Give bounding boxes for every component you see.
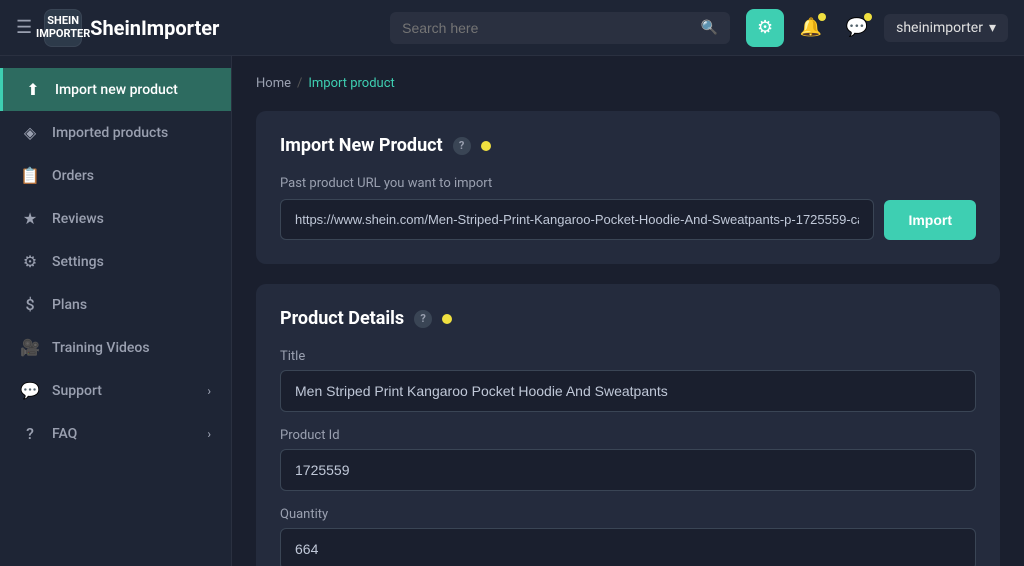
sidebar-item-training-videos[interactable]: 🎥 Training Videos [0,326,231,369]
sidebar-item-label: Imported products [52,125,168,141]
sidebar-item-label: Orders [52,168,94,184]
quantity-input[interactable] [280,528,976,566]
sidebar-item-imported-products[interactable]: ◈ Imported products [0,111,231,154]
upload-icon: ⬆ [23,80,43,99]
sidebar-item-reviews[interactable]: ★ Reviews [0,197,231,240]
breadcrumb-home[interactable]: Home [256,76,291,91]
import-button[interactable]: Import [884,200,976,240]
faq-icon: ? [20,424,40,443]
orders-icon: 📋 [20,166,40,185]
sidebar-item-faq[interactable]: ? FAQ › [0,412,231,455]
url-input-label: Past product URL you want to import [280,176,976,191]
import-help-icon[interactable]: ? [453,137,471,155]
main-content: Home / Import product Import New Product… [232,56,1024,566]
sidebar-item-label: Plans [52,297,87,313]
username: sheinimporter [896,20,983,36]
sidebar-item-label: Settings [52,254,104,270]
chevron-right-icon: › [207,384,211,398]
breadcrumb-current: Import product [308,76,394,91]
quantity-field-group: Quantity [280,507,976,566]
search-icon: 🔍 [701,20,718,36]
sidebar-item-label: Training Videos [52,340,150,356]
sidebar-item-label: Support [52,383,102,399]
logo-box: SHEIN IMPORTER [44,9,82,47]
sidebar-item-plans[interactable]: $ Plans [0,283,231,326]
sidebar: ⬆ Import new product ◈ Imported products… [0,56,232,566]
sidebar-item-settings[interactable]: ⚙ Settings [0,240,231,283]
video-icon: 🎥 [20,338,40,357]
star-icon: ★ [20,209,40,228]
import-card-title: Import New Product ? [280,135,976,156]
sidebar-item-orders[interactable]: 📋 Orders [0,154,231,197]
quantity-label: Quantity [280,507,976,522]
title-field-group: Title [280,349,976,412]
sidebar-item-support[interactable]: 💬 Support › [0,369,231,412]
title-input[interactable] [280,370,976,412]
sidebar-item-label: FAQ [52,426,77,442]
app-header: ☰ SHEIN IMPORTER SheinImporter 🔍 ⚙ 🔔 💬 s… [0,0,1024,56]
box-icon: ◈ [20,123,40,142]
search-bar[interactable]: 🔍 [390,12,730,44]
header-icons: ⚙ 🔔 💬 sheinimporter ▾ [746,9,1008,47]
product-details-help-icon[interactable]: ? [414,310,432,328]
product-id-label: Product Id [280,428,976,443]
chat-icon-btn[interactable]: 💬 [838,9,876,47]
support-icon: 💬 [20,381,40,400]
url-row: Import [280,199,976,240]
logo-area: ☰ SHEIN IMPORTER SheinImporter [16,9,219,47]
user-menu[interactable]: sheinimporter ▾ [884,14,1008,42]
product-details-title: Product Details ? [280,308,976,329]
product-details-status-dot [442,314,452,324]
product-id-field-group: Product Id [280,428,976,491]
chevron-right-icon: › [207,427,211,441]
settings-icon: ⚙ [20,252,40,271]
settings-icon-btn[interactable]: ⚙ [746,9,784,47]
app-layout: ⬆ Import new product ◈ Imported products… [0,56,1024,566]
app-title: SheinImporter [90,16,219,40]
title-label: Title [280,349,976,364]
sidebar-item-import-new-product[interactable]: ⬆ Import new product [0,68,231,111]
search-input[interactable] [402,12,701,44]
sidebar-item-label: Reviews [52,211,104,227]
breadcrumb: Home / Import product [256,76,1000,91]
menu-icon[interactable]: ☰ [16,17,32,38]
product-details-card: Product Details ? Title Product Id Quant… [256,284,1000,566]
import-status-dot [481,141,491,151]
breadcrumb-separator: / [297,76,302,91]
chevron-down-icon: ▾ [989,20,996,36]
sidebar-item-label: Import new product [55,82,178,98]
dollar-icon: $ [20,295,40,314]
import-card: Import New Product ? Past product URL yo… [256,111,1000,264]
gear-icon: ⚙ [757,17,773,38]
bell-badge [818,13,826,21]
notifications-icon-btn[interactable]: 🔔 [792,9,830,47]
chat-badge [864,13,872,21]
product-id-input[interactable] [280,449,976,491]
url-input[interactable] [280,199,874,240]
